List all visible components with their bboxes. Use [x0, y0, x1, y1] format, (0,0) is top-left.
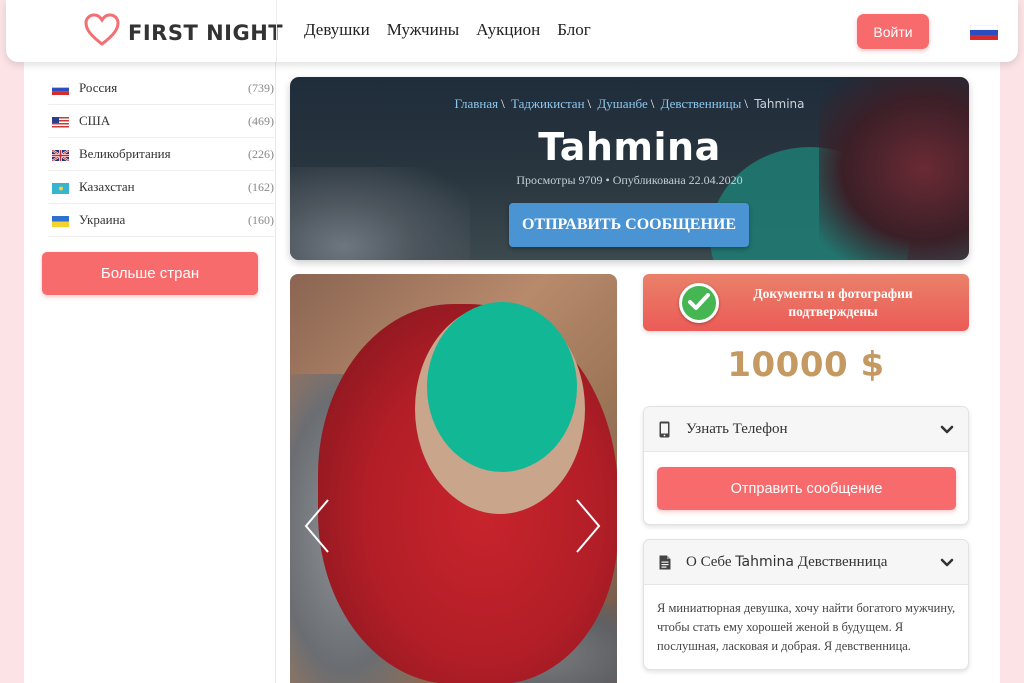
about-title-prefix: О Себе	[686, 553, 732, 570]
hero-send-message-button[interactable]: ОТПРАВИТЬ СООБЩЕНИЕ	[509, 203, 749, 247]
verified-badge: Документы и фотографии подтверждены	[643, 274, 969, 331]
country-sidebar: Россия (739) США (469) Великобритания (2…	[24, 62, 276, 683]
about-title-name: Tahmina	[735, 553, 794, 570]
profile-meta: Просмотры 9709 • Опубликована 22.04.2020	[516, 173, 743, 187]
verified-text-line2: подтверждены	[788, 304, 878, 319]
country-item-uk[interactable]: Великобритания (226)	[48, 138, 274, 171]
profile-hero: Главная \ Таджикистан \ Душанбе \ Девственн…	[290, 77, 969, 260]
profile-main: Главная \ Таджикистан \ Душанбе \ Девственн…	[276, 62, 1000, 683]
checkmark-icon	[679, 283, 719, 323]
country-item-russia[interactable]: Россия (739)	[48, 72, 274, 105]
chevron-down-icon[interactable]	[940, 423, 954, 440]
country-item-ukraine[interactable]: Украина (160)	[48, 204, 274, 237]
country-name: США	[79, 113, 111, 128]
chevron-down-icon[interactable]	[940, 556, 954, 573]
breadcrumb-home[interactable]: Главная	[454, 96, 498, 111]
country-count: (162)	[248, 179, 274, 194]
about-text: Я миниатюрная девушка, хочу найти богато…	[657, 601, 956, 653]
about-panel: О Себе Tahmina Девственница Я миниатюрна…	[643, 539, 969, 670]
mobile-phone-icon	[659, 421, 673, 438]
uk-flag-icon	[51, 148, 70, 162]
chevron-left-icon[interactable]	[302, 496, 332, 556]
phone-panel-header[interactable]: Узнать Телефон	[644, 407, 968, 452]
chevron-right-icon[interactable]	[573, 496, 603, 556]
russia-flag-icon	[51, 83, 70, 95]
about-title-suffix: Девственница	[797, 553, 888, 570]
logo-text: FIRST NIGHT	[128, 20, 284, 45]
country-name: Великобритания	[79, 146, 171, 161]
send-message-button[interactable]: Отправить сообщение	[657, 467, 956, 510]
verified-text: Документы и фотографии подтверждены	[733, 285, 933, 321]
breadcrumb-separator: \	[501, 96, 505, 111]
usa-flag-icon	[52, 116, 69, 128]
country-count: (160)	[248, 212, 274, 227]
verified-text-line1: Документы и фотографии	[753, 286, 913, 301]
about-panel-title: О Себе Tahmina Девственница	[686, 554, 887, 571]
about-panel-header[interactable]: О Себе Tahmina Девственница	[644, 540, 968, 585]
nav-item-men[interactable]: Мужчины	[387, 20, 459, 40]
country-item-kazakhstan[interactable]: Казахстан (162)	[48, 171, 274, 204]
breadcrumb-country[interactable]: Таджикистан	[511, 96, 585, 111]
phone-panel-title: Узнать Телефон	[686, 420, 788, 437]
ukraine-flag-icon	[52, 215, 69, 227]
country-name: Украина	[79, 212, 126, 227]
face-blur-overlay	[427, 302, 577, 472]
price: 10000 $	[727, 345, 885, 385]
country-count: (226)	[248, 146, 274, 161]
nav-item-blog[interactable]: Блог	[557, 20, 591, 40]
heart-logo-icon	[84, 13, 120, 52]
main-nav: Девушки Мужчины Аукцион Блог	[304, 20, 591, 40]
country-name: Россия	[79, 80, 118, 95]
more-countries-button[interactable]: Больше стран	[42, 252, 258, 295]
header-divider	[276, 0, 277, 62]
site-header: FIRST NIGHT Девушки Мужчины Аукцион Блог…	[6, 0, 1018, 62]
country-count: (739)	[248, 80, 274, 95]
breadcrumb-current: Tahmina	[754, 97, 805, 111]
document-icon	[659, 555, 673, 570]
breadcrumb-category[interactable]: Девственницы	[661, 96, 742, 111]
country-item-usa[interactable]: США (469)	[48, 105, 274, 138]
photo-gallery[interactable]	[290, 274, 617, 683]
country-name: Казахстан	[79, 179, 135, 194]
breadcrumb: Главная \ Таджикистан \ Душанбе \ Девственн…	[290, 96, 969, 112]
login-button[interactable]: Войти	[857, 14, 929, 49]
nav-item-auction[interactable]: Аукцион	[476, 20, 540, 40]
breadcrumb-separator: \	[744, 96, 748, 111]
breadcrumb-city[interactable]: Душанбе	[597, 96, 647, 111]
breadcrumb-separator: \	[587, 96, 592, 111]
russia-flag-icon[interactable]	[969, 24, 999, 40]
country-list: Россия (739) США (469) Великобритания (2…	[48, 72, 274, 237]
kazakhstan-flag-icon	[52, 182, 69, 194]
profile-title: Tahmina	[538, 125, 721, 169]
nav-item-girls[interactable]: Девушки	[304, 20, 370, 40]
breadcrumb-separator: \	[650, 96, 655, 111]
phone-panel: Узнать Телефон Отправить сообщение	[643, 406, 969, 525]
logo[interactable]: FIRST NIGHT	[84, 13, 283, 52]
country-count: (469)	[248, 113, 274, 128]
